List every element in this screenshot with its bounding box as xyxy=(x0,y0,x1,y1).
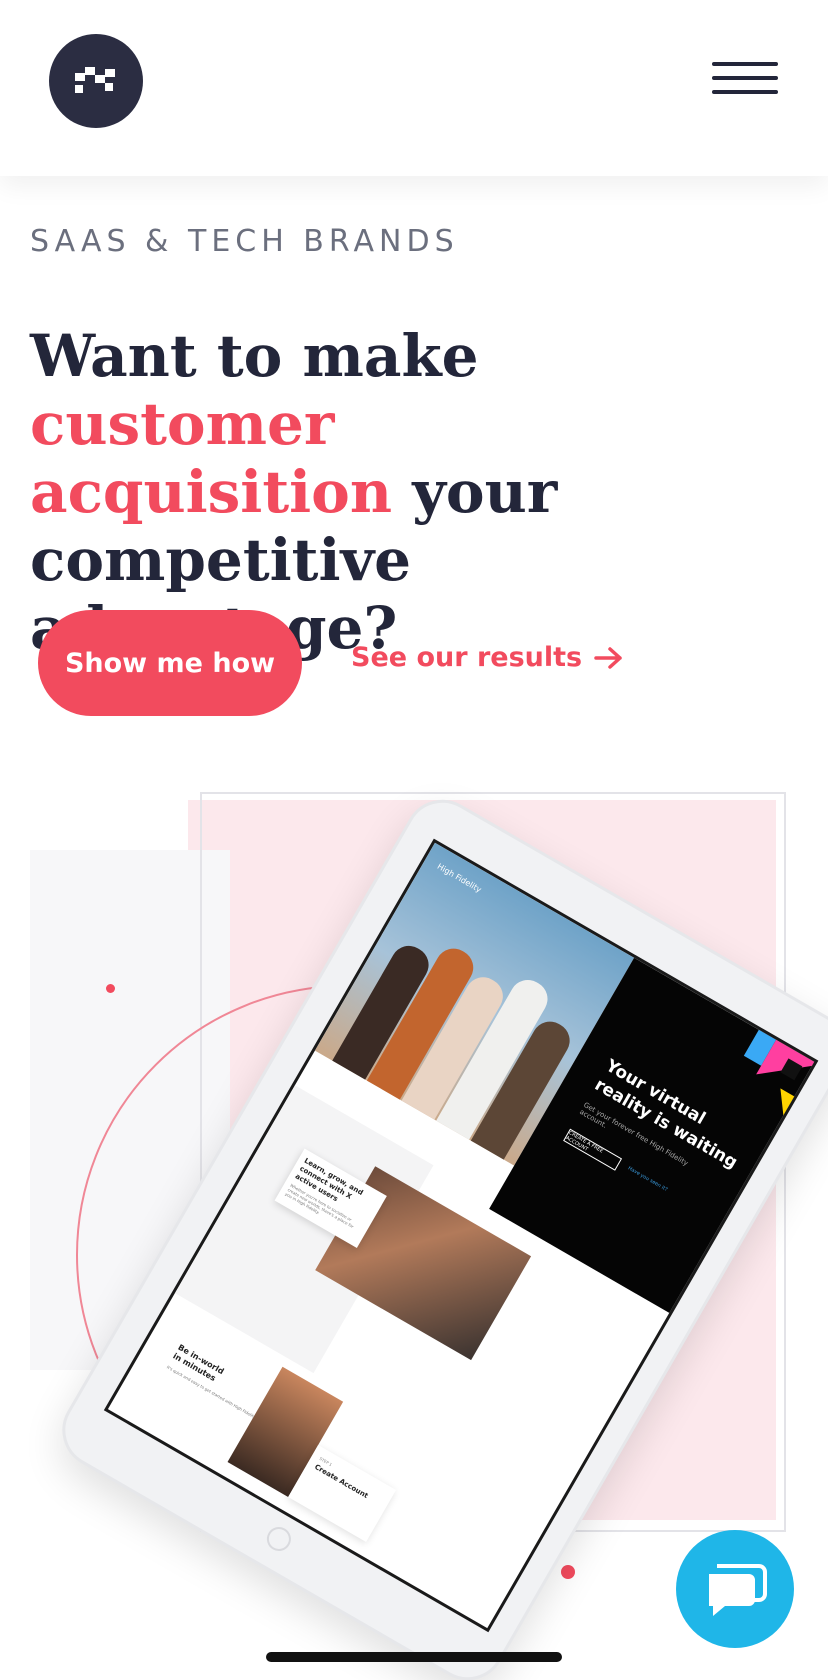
decor-dot xyxy=(561,1565,575,1579)
decor-dot xyxy=(106,984,115,993)
tablet-bottom-text: Be in-world in minutes It's quick and ea… xyxy=(164,1343,269,1423)
brand-logo[interactable] xyxy=(49,34,143,128)
brand-mark-icon xyxy=(75,67,115,93)
chat-launcher-button[interactable] xyxy=(676,1530,794,1648)
headline-text: Want to make xyxy=(30,322,479,390)
hamburger-line xyxy=(712,76,778,80)
show-me-how-button[interactable]: Show me how xyxy=(38,610,302,716)
hamburger-menu-icon[interactable] xyxy=(712,60,778,100)
tablet-brand: High Fidelity xyxy=(435,861,483,895)
site-header xyxy=(0,0,828,176)
section-eyebrow: SAAS & TECH BRANDS xyxy=(30,224,459,259)
hamburger-line xyxy=(712,90,778,94)
headline-accent: customer xyxy=(30,390,335,458)
arrow-right-icon xyxy=(594,646,622,669)
tablet-hero-link: Have you seen it? xyxy=(626,1165,669,1193)
see-our-results-label: See our results xyxy=(351,642,583,673)
headline-text: your xyxy=(392,458,558,526)
home-indicator xyxy=(266,1652,562,1662)
see-our-results-link[interactable]: See our results xyxy=(351,642,624,673)
headline-accent: acquisition xyxy=(30,458,393,526)
chat-bubble-icon xyxy=(709,1564,767,1616)
hamburger-line xyxy=(712,62,778,66)
tablet-home-button xyxy=(262,1522,296,1556)
